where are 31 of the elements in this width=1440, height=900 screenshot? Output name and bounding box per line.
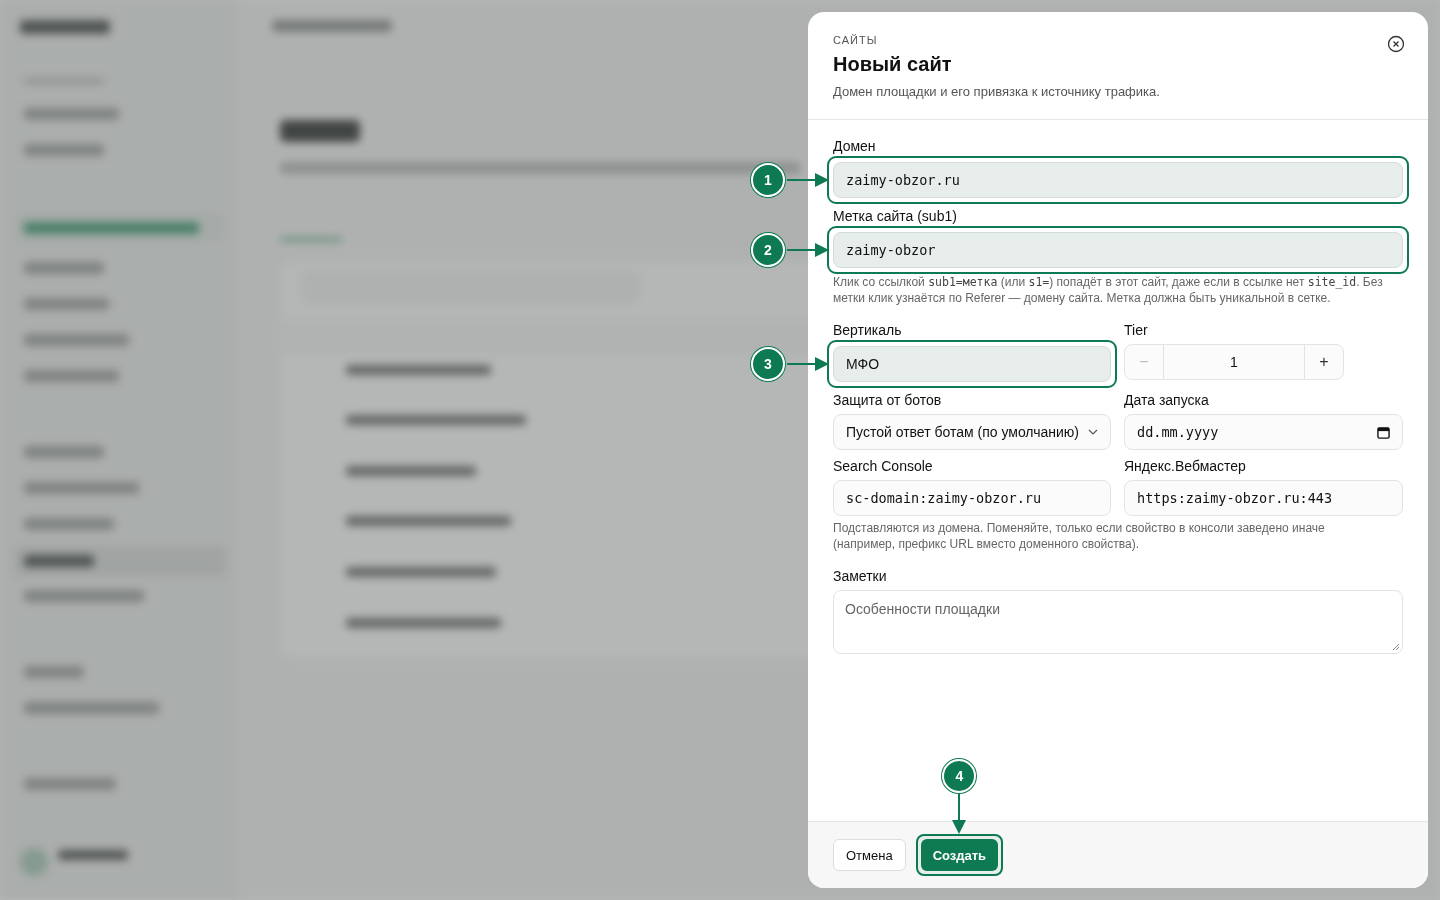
field-label: Вертикаль bbox=[833, 322, 903, 338]
field-label: Tier bbox=[1124, 322, 1149, 338]
field-label: Дата запуска bbox=[1124, 392, 1210, 408]
field-label: Заметки bbox=[833, 568, 888, 584]
increment-button[interactable]: + bbox=[1305, 345, 1343, 379]
date-field[interactable]: dd.mm.yyyy bbox=[1124, 414, 1403, 450]
field-label: Защита от ботов bbox=[833, 392, 943, 408]
step-marker: 4 bbox=[942, 759, 977, 793]
text-field[interactable]: sc-domain:zaimy-obzor.ru bbox=[833, 480, 1111, 516]
modal-eyebrow: САЙТЫ bbox=[833, 34, 878, 46]
resize-grip-icon bbox=[1392, 643, 1400, 651]
calendar-icon bbox=[1377, 425, 1390, 439]
field-label: Search Console bbox=[833, 458, 934, 474]
select-field[interactable]: Пустой ответ ботам (по умолчанию) bbox=[833, 414, 1111, 450]
text-field[interactable]: МФО bbox=[833, 346, 1111, 382]
modal-subtitle: Домен площадки и его привязка к источнику трафика. bbox=[833, 84, 1161, 99]
field-label: Метка сайта (sub1) bbox=[833, 208, 958, 224]
notes-field[interactable]: Особенности площадки bbox=[833, 590, 1403, 654]
field-label: Домен bbox=[833, 138, 877, 154]
create-button[interactable]: Создать bbox=[920, 839, 999, 871]
text-field[interactable]: zaimy-obzor.ru bbox=[833, 162, 1403, 198]
text-field[interactable]: https:zaimy-obzor.ru:443 bbox=[1124, 480, 1403, 516]
help-text: Клик со ссылкой sub1=метка (или s1=) попадёт в этот сайт, даже если в ссылке нет site_id. Без метки клик узнаётся по Referer — домену сайта. Метка должна быть уникальной в сетке. bbox=[833, 274, 1384, 306]
field-label: Яндекс.Вебмастер bbox=[1124, 458, 1247, 474]
number-field[interactable]: 1 bbox=[1163, 345, 1305, 379]
cancel-button[interactable]: Отмена bbox=[833, 839, 906, 871]
help-text: Подставляются из домена. Поменяйте, только если свойство в консоли заведено иначе (например, префикс URL вместо доменного свойства). bbox=[833, 520, 1326, 552]
close-icon[interactable] bbox=[1387, 35, 1405, 53]
modal-title: Новый сайт bbox=[833, 53, 953, 76]
text-field[interactable]: zaimy-obzor bbox=[833, 232, 1403, 268]
chevron-down-icon bbox=[1088, 429, 1098, 435]
